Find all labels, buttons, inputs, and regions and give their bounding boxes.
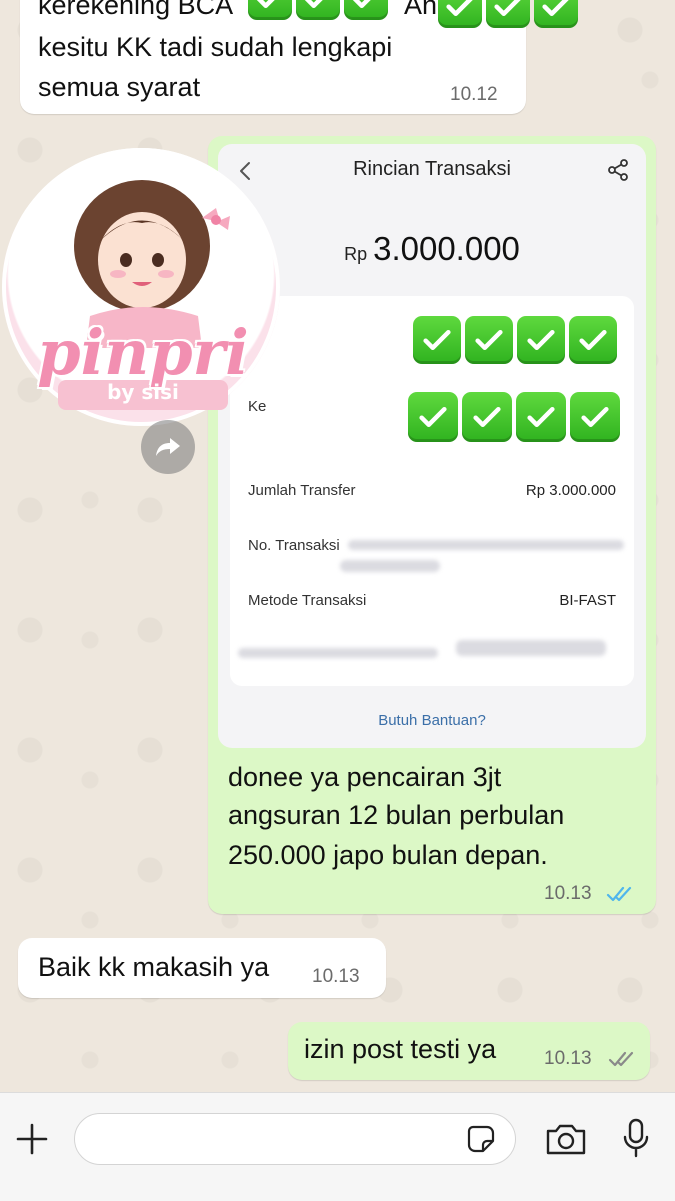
- message-time: 10.13: [312, 966, 360, 987]
- receipt-details: Ke Jumlah Transfer Rp 3.000.000 No. Tran…: [230, 296, 634, 686]
- check-emoji-icon: [517, 316, 565, 364]
- detail-label-amount: Jumlah Transfer: [248, 482, 356, 499]
- message-line: kesitu KK tadi sudah lengkapi: [38, 32, 393, 62]
- detail-value-method: BI-FAST: [559, 592, 616, 609]
- check-emoji-icon: [486, 0, 530, 28]
- check-emoji-icon: [465, 316, 513, 364]
- redacted-value: [340, 560, 440, 572]
- amount-currency: Rp: [344, 244, 368, 264]
- check-emoji-icon: [516, 392, 566, 442]
- check-emoji-icon: [438, 0, 482, 28]
- amount-value: 3.000.000: [373, 230, 520, 267]
- forward-button[interactable]: [141, 420, 195, 474]
- check-emoji-icon: [413, 316, 461, 364]
- message-line: kerekening BCA: [38, 0, 234, 20]
- sticker-image[interactable]: pinpri by sisi: [2, 148, 280, 426]
- transfer-receipt-image[interactable]: Rincian Transaksi Rp 3.000.000 Ke Jumlah …: [218, 144, 646, 748]
- message-bubble-outgoing[interactable]: izin post testi ya 10.13: [288, 1022, 650, 1080]
- microphone-icon[interactable]: [620, 1117, 652, 1159]
- message-bubble-incoming[interactable]: Baik kk makasih ya 10.13: [18, 938, 386, 998]
- check-emoji-row: [413, 316, 621, 364]
- detail-label-transaction-no: No. Transaksi: [248, 537, 340, 554]
- message-line: 250.000 japo bulan depan.: [228, 840, 548, 870]
- redacted-value: [456, 640, 606, 656]
- camera-icon[interactable]: [544, 1121, 588, 1157]
- check-emoji-icon: [408, 392, 458, 442]
- check-emoji-icon: [569, 316, 617, 364]
- message-time: 10.13: [544, 1048, 592, 1069]
- message-line: An: [404, 0, 438, 20]
- message-line: angsuran 12 bulan perbulan: [228, 800, 565, 830]
- message-line: Baik kk makasih ya: [38, 952, 270, 982]
- receipt-amount: Rp 3.000.000: [218, 230, 646, 268]
- forward-arrow-icon: [156, 438, 180, 456]
- detail-label-method: Metode Transaksi: [248, 592, 367, 609]
- sticker-icon[interactable]: [465, 1123, 497, 1155]
- message-line: semua syarat: [38, 72, 201, 102]
- message-line: izin post testi ya: [304, 1034, 497, 1064]
- help-link[interactable]: Butuh Bantuan?: [218, 712, 646, 729]
- detail-value-amount: Rp 3.000.000: [525, 482, 616, 499]
- check-emoji-icon: [462, 392, 512, 442]
- check-emoji-row: [248, 0, 392, 20]
- plus-icon[interactable]: [14, 1121, 50, 1157]
- delivered-receipt-icon: [608, 1051, 634, 1067]
- check-emoji-row: [408, 392, 624, 442]
- check-emoji-icon: [344, 0, 388, 20]
- share-icon: [608, 159, 628, 181]
- sticker-byline-text: by sisi: [107, 380, 179, 404]
- message-time: 10.13: [544, 883, 592, 904]
- composer-bar: [0, 1092, 675, 1201]
- check-emoji-icon: [248, 0, 292, 20]
- message-bubble-incoming[interactable]: kerekening BCA An kesitu KK tadi sudah l…: [20, 0, 578, 114]
- message-time: 10.12: [450, 84, 498, 105]
- receipt-title: Rincian Transaksi: [353, 158, 511, 180]
- sticker-brand-text: pinpri: [37, 316, 249, 389]
- check-emoji-icon: [296, 0, 340, 20]
- check-emoji-icon: [534, 0, 578, 28]
- message-input[interactable]: [74, 1113, 516, 1165]
- read-receipt-icon: [606, 886, 632, 902]
- redacted-value: [238, 648, 438, 658]
- message-line: donee ya pencairan 3jt: [228, 762, 502, 792]
- redacted-value: [348, 540, 624, 550]
- check-emoji-row: [438, 0, 582, 28]
- receipt-header: Rincian Transaksi: [218, 144, 646, 198]
- check-emoji-icon: [570, 392, 620, 442]
